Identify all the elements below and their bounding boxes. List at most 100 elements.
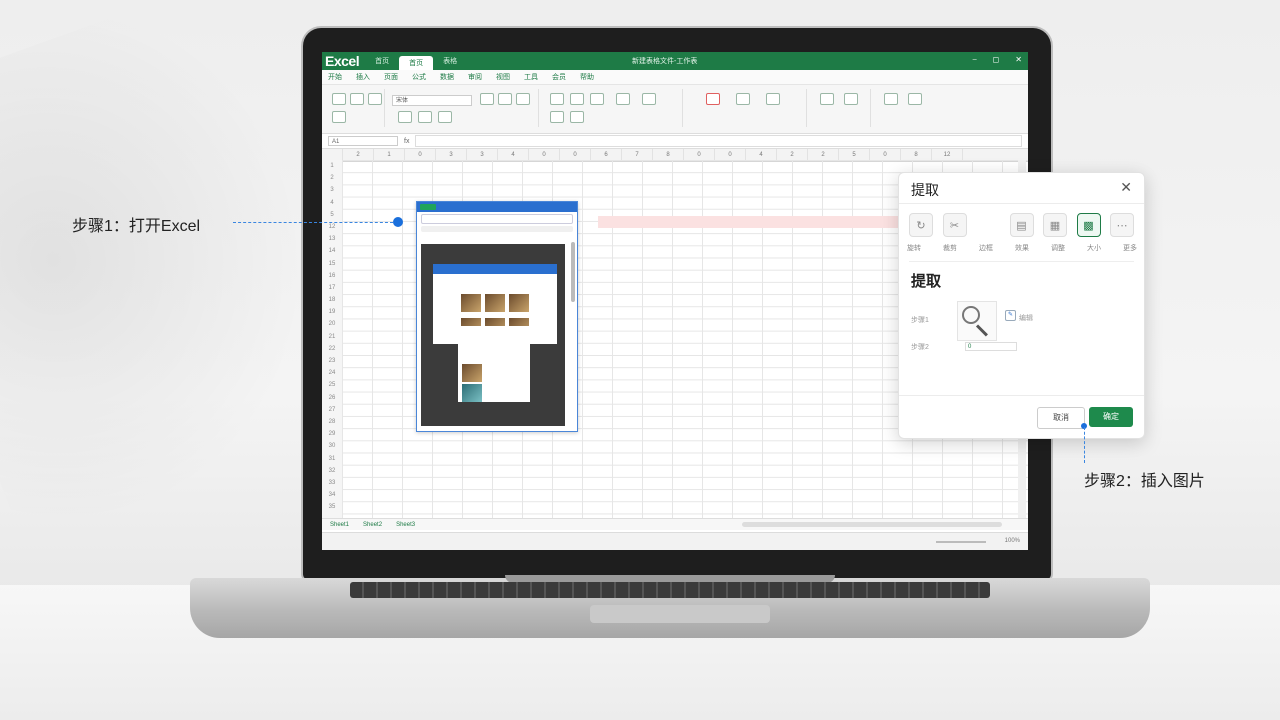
copy-icon[interactable] bbox=[368, 93, 382, 105]
find-icon[interactable] bbox=[908, 93, 922, 105]
tab-review[interactable]: 审阅 bbox=[468, 72, 482, 82]
excel-logo: Excel bbox=[325, 53, 360, 69]
picture-thumb bbox=[462, 364, 482, 382]
row-header[interactable]: 14 bbox=[322, 245, 342, 257]
window-tab-sheet[interactable]: 表格 bbox=[433, 54, 467, 68]
row-header[interactable]: 21 bbox=[322, 331, 342, 343]
doc-icon[interactable]: ▤ bbox=[1009, 213, 1034, 237]
tab-data[interactable]: 数据 bbox=[440, 72, 454, 82]
highlighted-row bbox=[598, 216, 928, 228]
row-header[interactable]: 23 bbox=[322, 355, 342, 367]
fx-icon[interactable]: fx bbox=[404, 138, 409, 145]
cancel-button[interactable]: 取消 bbox=[1037, 407, 1085, 429]
align-center-icon[interactable] bbox=[570, 93, 584, 105]
row-header[interactable]: 26 bbox=[322, 392, 342, 404]
close-window-icon[interactable]: ✕ bbox=[1015, 55, 1022, 65]
row-header[interactable]: 5 bbox=[322, 209, 342, 221]
underline-icon[interactable] bbox=[516, 93, 530, 105]
row-header[interactable]: 24 bbox=[322, 367, 342, 379]
indent-icon[interactable] bbox=[550, 111, 564, 123]
dialog-divider bbox=[899, 203, 1144, 204]
tab-tools[interactable]: 工具 bbox=[524, 72, 538, 82]
name-box[interactable]: A1 bbox=[328, 136, 398, 146]
wrap-text-icon[interactable] bbox=[642, 93, 656, 105]
format-painter-icon[interactable] bbox=[332, 111, 346, 123]
inserted-picture[interactable] bbox=[416, 201, 578, 432]
row-header[interactable]: 4 bbox=[322, 197, 342, 209]
tab-page[interactable]: 页面 bbox=[384, 72, 398, 82]
row-header[interactable]: 16 bbox=[322, 270, 342, 282]
row-header[interactable]: 32 bbox=[322, 465, 342, 477]
row-header[interactable]: 17 bbox=[322, 282, 342, 294]
row-header[interactable]: 1 bbox=[322, 160, 342, 172]
tab-formula[interactable]: 公式 bbox=[412, 72, 426, 82]
delete-cell-icon[interactable] bbox=[844, 93, 858, 105]
row-header[interactable]: 33 bbox=[322, 477, 342, 489]
more-icon[interactable]: ⋯ bbox=[1110, 213, 1134, 237]
fill-color-icon[interactable] bbox=[418, 111, 432, 123]
close-icon[interactable]: ✕ bbox=[1120, 179, 1132, 196]
magnifier-preview[interactable] bbox=[957, 301, 997, 341]
row-header[interactable]: 19 bbox=[322, 306, 342, 318]
conditional-format-icon[interactable] bbox=[736, 93, 750, 105]
blank-icon[interactable] bbox=[976, 213, 1000, 237]
tool-label: 效果 bbox=[1015, 245, 1029, 252]
rotate-icon[interactable]: ↻ bbox=[909, 213, 933, 237]
page-icon[interactable]: ▦ bbox=[1043, 213, 1067, 237]
window-tab-home[interactable]: 首页 bbox=[365, 54, 399, 68]
insert-cell-icon[interactable] bbox=[820, 93, 834, 105]
sheet-tab[interactable]: Sheet1 bbox=[330, 522, 349, 528]
row-header[interactable]: 28 bbox=[322, 416, 342, 428]
row-header[interactable]: 34 bbox=[322, 489, 342, 501]
window-tab-active[interactable]: 首页 bbox=[399, 56, 434, 70]
border-icon[interactable] bbox=[398, 111, 412, 123]
confirm-button[interactable]: 确定 bbox=[1089, 407, 1133, 427]
minimize-icon[interactable]: ⎯ bbox=[973, 55, 977, 65]
font-color-icon[interactable] bbox=[438, 111, 452, 123]
crop-icon[interactable]: ✂ bbox=[942, 213, 967, 237]
italic-icon[interactable] bbox=[498, 93, 512, 105]
number-format-icon[interactable] bbox=[706, 93, 720, 105]
tab-view[interactable]: 视图 bbox=[496, 72, 510, 82]
maximize-icon[interactable]: ◻ bbox=[993, 55, 1000, 65]
row-header[interactable]: 29 bbox=[322, 428, 342, 440]
edit-icon[interactable]: ✎ bbox=[1005, 310, 1016, 321]
tab-home[interactable]: 开始 bbox=[328, 72, 342, 82]
table-style-icon[interactable] bbox=[766, 93, 780, 105]
tab-insert[interactable]: 插入 bbox=[356, 72, 370, 82]
extract-dialog: 提取 ✕ ↻ ✂ ▤ ▦ ▩ ⋯ 旋转 裁剪 边框 效果 调整 大小 更多 提取… bbox=[898, 172, 1145, 439]
font-select[interactable]: 宋体 bbox=[392, 95, 472, 106]
cells-group bbox=[810, 89, 871, 127]
row-header[interactable]: 27 bbox=[322, 404, 342, 416]
align-left-icon[interactable] bbox=[550, 93, 564, 105]
row-header[interactable]: 13 bbox=[322, 233, 342, 245]
tab-member[interactable]: 会员 bbox=[552, 72, 566, 82]
row-header[interactable]: 18 bbox=[322, 294, 342, 306]
row-header[interactable]: 20 bbox=[322, 318, 342, 330]
horizontal-scrollbar[interactable] bbox=[742, 522, 1002, 527]
cut-icon[interactable] bbox=[350, 93, 364, 105]
row-header[interactable]: 31 bbox=[322, 453, 342, 465]
tab-help[interactable]: 帮助 bbox=[580, 72, 594, 82]
sheet-tab[interactable]: Sheet2 bbox=[363, 522, 382, 528]
paste-icon[interactable] bbox=[332, 93, 346, 105]
alignment-group bbox=[542, 89, 683, 127]
row-header[interactable]: 2 bbox=[322, 172, 342, 184]
align-right-icon[interactable] bbox=[590, 93, 604, 105]
zoom-slider[interactable] bbox=[936, 541, 986, 543]
sheet-tab[interactable]: Sheet3 bbox=[396, 522, 415, 528]
row-header[interactable]: 3 bbox=[322, 184, 342, 196]
row-header[interactable]: 22 bbox=[322, 343, 342, 355]
value-field[interactable]: 0 bbox=[965, 342, 1017, 351]
row-header[interactable]: 15 bbox=[322, 258, 342, 270]
sum-icon[interactable] bbox=[884, 93, 898, 105]
image-icon[interactable]: ▩ bbox=[1076, 213, 1101, 237]
row-header[interactable]: 35 bbox=[322, 501, 342, 513]
row-header[interactable]: 30 bbox=[322, 440, 342, 452]
edit-label[interactable]: 编辑 bbox=[1019, 313, 1033, 323]
formula-input[interactable] bbox=[415, 135, 1022, 147]
outdent-icon[interactable] bbox=[570, 111, 584, 123]
bold-icon[interactable] bbox=[480, 93, 494, 105]
row-header[interactable]: 25 bbox=[322, 379, 342, 391]
merge-icon[interactable] bbox=[616, 93, 630, 105]
